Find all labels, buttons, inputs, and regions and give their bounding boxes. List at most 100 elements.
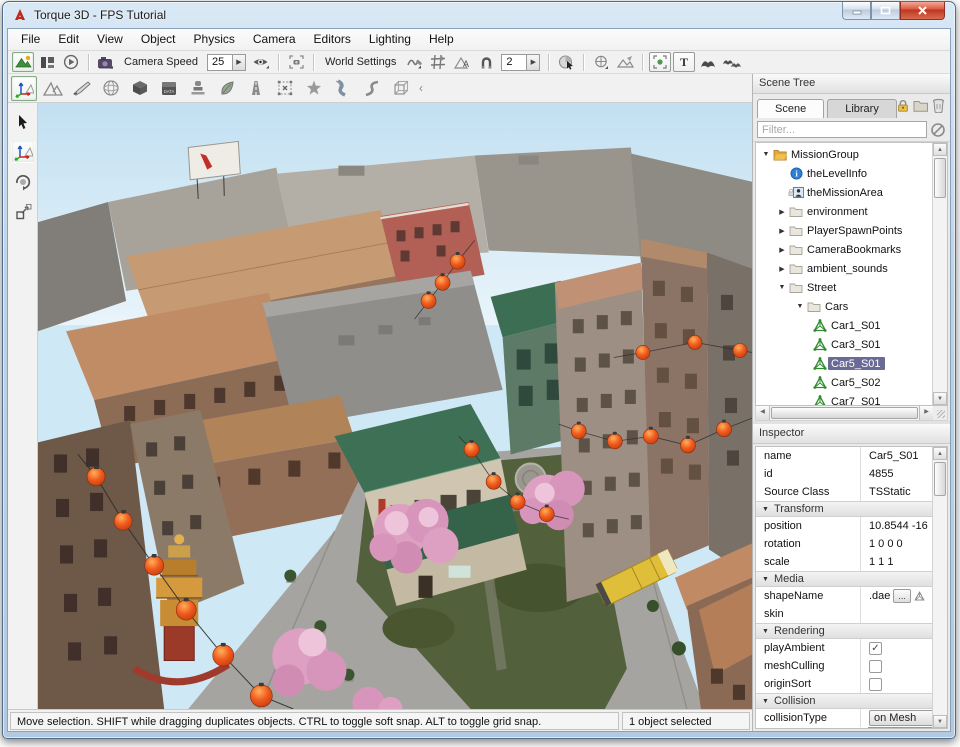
world-settings-button[interactable] — [403, 52, 425, 72]
text-toggle-button[interactable]: T — [673, 52, 695, 72]
sketch-tool-button[interactable] — [127, 76, 153, 101]
browse-button[interactable]: ... — [893, 589, 911, 603]
datablock-editor-button[interactable]: DATA — [156, 76, 182, 101]
scroll-down-icon[interactable]: ▼ — [933, 392, 947, 405]
terrain-snap-button[interactable]: A — [451, 52, 473, 72]
object-editor-button[interactable] — [11, 76, 37, 101]
expander-closed-icon[interactable]: ▶ — [776, 246, 788, 254]
tree-vertical-scrollbar[interactable]: ▲ ▼ — [932, 143, 947, 405]
decal-road-editor-button[interactable] — [359, 76, 385, 101]
viewport-3d[interactable] — [38, 103, 752, 709]
visibility-button[interactable] — [250, 52, 272, 72]
tree-item[interactable]: theMissionArea — [756, 183, 932, 202]
tree-item[interactable]: ▼ MissionGroup — [756, 145, 932, 164]
terrain-editor-button[interactable] — [40, 76, 66, 101]
world-layout-button[interactable] — [36, 52, 58, 72]
bounds-toggle-button[interactable] — [649, 52, 671, 72]
tab-scene[interactable]: Scene — [757, 99, 824, 118]
river-editor-button[interactable] — [330, 76, 356, 101]
close-button[interactable] — [900, 2, 945, 20]
trash-icon[interactable] — [932, 98, 945, 113]
shape-name-field[interactable]: .dae — [869, 590, 890, 602]
material-editor-button[interactable] — [98, 76, 124, 101]
maximize-button[interactable] — [871, 2, 900, 20]
rotate-tool-button[interactable] — [11, 170, 35, 193]
expander-closed-icon[interactable]: ▶ — [776, 208, 788, 216]
tree-item[interactable]: ▶ ambient_sounds — [756, 259, 932, 278]
soft-snap-button[interactable] — [475, 52, 497, 72]
tree-item[interactable]: ▶ environment — [756, 202, 932, 221]
menu-camera[interactable]: Camera — [244, 29, 305, 50]
snap-copies-spinner[interactable]: 2 ▶ — [501, 54, 540, 71]
play-button[interactable] — [60, 52, 82, 72]
resize-grip[interactable] — [933, 406, 947, 420]
position-field[interactable]: 10.8544 -16 — [860, 517, 932, 535]
shape-picker-icon[interactable] — [914, 591, 925, 602]
foliage-tool-button[interactable] — [214, 76, 240, 101]
tree-item[interactable]: ▶ PlayerSpawnPoints — [756, 221, 932, 240]
tree-item[interactable]: Car3_S01 — [756, 335, 932, 354]
lock-icon[interactable] — [896, 98, 910, 113]
tree-item[interactable]: i theLevelInfo — [756, 164, 932, 183]
expander-open-icon[interactable]: ▼ — [794, 303, 806, 310]
section-collapse-icon[interactable]: ▼ — [762, 698, 769, 705]
road-editor-button[interactable] — [243, 76, 269, 101]
particle-editor-button[interactable] — [301, 76, 327, 101]
terrain-painter-button[interactable] — [69, 76, 95, 101]
center-object-button[interactable] — [590, 52, 612, 72]
menu-object[interactable]: Object — [132, 29, 185, 50]
terrain-brush-button[interactable] — [614, 52, 636, 72]
flock-tool-button[interactable] — [721, 52, 743, 72]
tree-item[interactable]: ▼ Street — [756, 278, 932, 297]
scroll-up-icon[interactable]: ▲ — [933, 447, 947, 460]
expander-open-icon[interactable]: ▼ — [776, 284, 788, 291]
scroll-thumb[interactable] — [771, 407, 918, 419]
tab-library[interactable]: Library — [827, 99, 897, 118]
menu-view[interactable]: View — [88, 29, 132, 50]
origin-sort-checkbox[interactable] — [869, 678, 882, 691]
spinner-arrow-icon[interactable]: ▶ — [232, 55, 245, 70]
name-field[interactable]: Car5_S01 — [860, 447, 932, 465]
section-rendering[interactable]: ▼ Rendering — [756, 623, 932, 639]
snap-copies-value[interactable]: 2 — [502, 55, 526, 70]
folder-icon[interactable] — [913, 98, 929, 113]
scroll-down-icon[interactable]: ▼ — [933, 715, 947, 728]
camera-speed-spinner[interactable]: 25 ▶ — [207, 54, 246, 71]
decal-editor-button[interactable] — [185, 76, 211, 101]
tree-item[interactable]: Car1_S01 — [756, 316, 932, 335]
expander-open-icon[interactable]: ▼ — [760, 151, 772, 158]
scroll-right-icon[interactable]: ▶ — [919, 406, 933, 420]
section-media[interactable]: ▼ Media — [756, 571, 932, 587]
skin-field[interactable] — [860, 605, 932, 623]
play-ambient-checkbox[interactable]: ✓ — [869, 642, 882, 655]
raven-tool-button[interactable] — [697, 52, 719, 72]
scale-tool-button[interactable] — [11, 200, 35, 223]
scroll-thumb[interactable] — [934, 462, 946, 496]
collision-type-dropdown[interactable]: on Mesh ▼ — [869, 710, 932, 726]
tree-item-selected[interactable]: Car5_S01 — [756, 354, 932, 373]
convex-editor-button[interactable] — [388, 76, 414, 101]
menu-help[interactable]: Help — [420, 29, 463, 50]
section-collapse-icon[interactable]: ▼ — [762, 576, 769, 583]
camera-speed-value[interactable]: 25 — [208, 55, 232, 70]
camera-button[interactable] — [95, 52, 117, 72]
expander-closed-icon[interactable]: ▶ — [776, 265, 788, 273]
scroll-thumb[interactable] — [934, 158, 946, 198]
tree-horizontal-scrollbar[interactable]: ◀ ▶ — [755, 406, 948, 421]
menu-lighting[interactable]: Lighting — [360, 29, 420, 50]
section-collapse-icon[interactable]: ▼ — [762, 506, 769, 513]
section-collapse-icon[interactable]: ▼ — [762, 628, 769, 635]
mission-area-editor-button[interactable] — [272, 76, 298, 101]
grid-snap-button[interactable] — [427, 52, 449, 72]
inspector-vertical-scrollbar[interactable]: ▲ ▼ — [932, 447, 947, 728]
filter-input[interactable] — [757, 121, 927, 138]
scale-field[interactable]: 1 1 1 — [860, 553, 932, 571]
expander-closed-icon[interactable]: ▶ — [776, 227, 788, 235]
section-collision[interactable]: ▼ Collision — [756, 693, 932, 709]
title-bar[interactable]: Torque 3D - FPS Tutorial — [3, 2, 955, 27]
menu-editors[interactable]: Editors — [305, 29, 360, 50]
menu-file[interactable]: File — [12, 29, 49, 50]
frame-camera-button[interactable] — [285, 52, 307, 72]
minimize-button[interactable] — [842, 2, 871, 20]
menu-edit[interactable]: Edit — [49, 29, 88, 50]
